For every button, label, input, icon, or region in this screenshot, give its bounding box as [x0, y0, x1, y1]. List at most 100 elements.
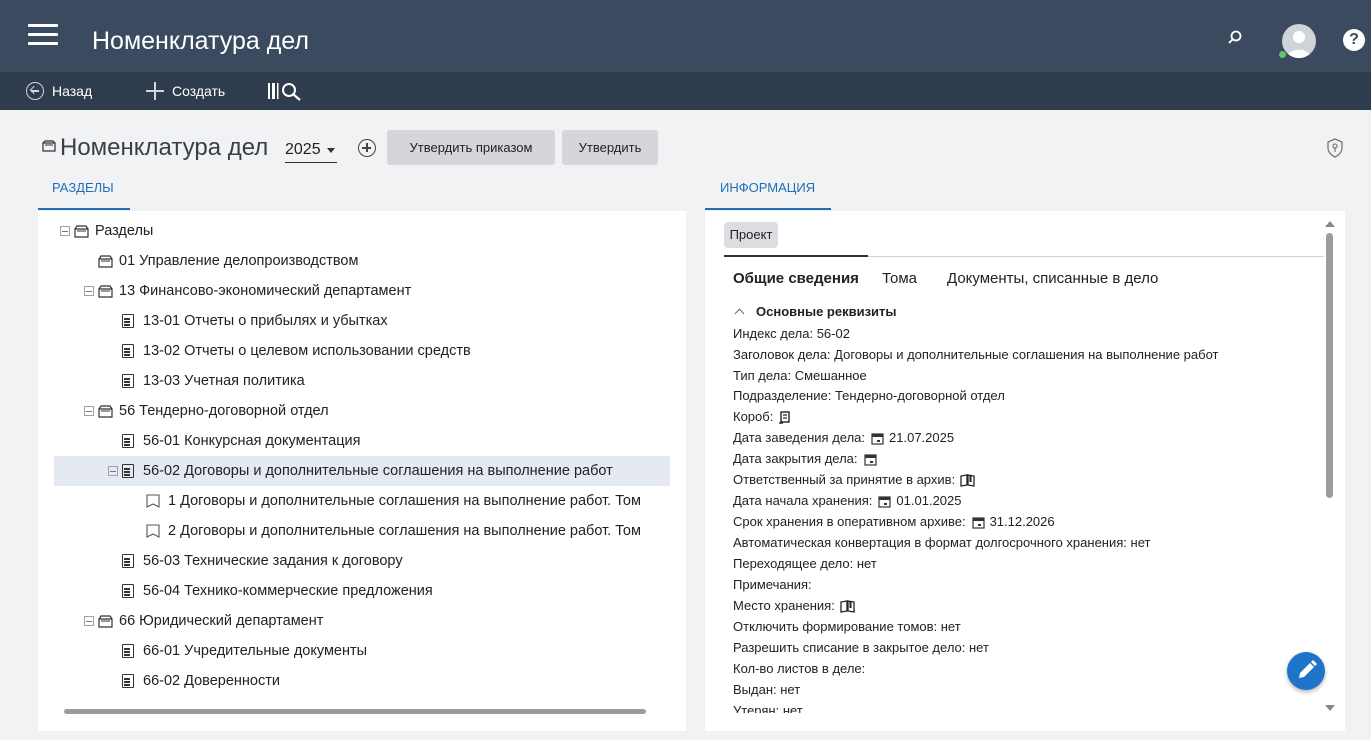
section-title[interactable]: Основные реквизиты	[756, 304, 897, 319]
collapse-icon[interactable]	[84, 616, 94, 626]
tree-item[interactable]: 66 Юридический департамент	[84, 606, 323, 636]
tree-item[interactable]: 2 Договоры и дополнительные соглашения н…	[146, 516, 641, 546]
barcode-search-icon[interactable]	[268, 82, 312, 102]
document-icon	[122, 464, 134, 478]
calendar-icon[interactable]	[871, 432, 884, 445]
document-icon	[122, 434, 134, 448]
folder-icon	[98, 254, 113, 268]
shield-icon[interactable]	[1326, 138, 1344, 158]
scroll-down-icon[interactable]	[1325, 705, 1335, 711]
tree-item[interactable]: 1 Договоры и дополнительные соглашения н…	[146, 486, 641, 516]
year-value: 2025	[285, 141, 321, 158]
volume-icon	[146, 524, 160, 538]
app-header: Номенклатура дел ?	[0, 0, 1371, 72]
folder-icon	[98, 284, 113, 298]
status-indicator	[724, 255, 868, 257]
menu-icon[interactable]	[28, 24, 58, 46]
vertical-scrollbar-thumb[interactable]	[1326, 233, 1333, 498]
info-archive-responsible: Ответственный за принятие в архив:	[733, 470, 975, 490]
pencil-icon	[1299, 660, 1317, 678]
tree-item-label: 13-01 Отчеты о прибылях и убытках	[143, 313, 388, 329]
tab-written-off-documents[interactable]: Документы, списанные в дело	[947, 270, 1158, 287]
info-storage-start: Дата начала хранения: 01.01.2025	[733, 493, 962, 508]
tree-item[interactable]: 13-03 Учетная политика	[122, 366, 305, 396]
info-notes: Примечания:	[733, 577, 812, 592]
tree-item[interactable]: 13 Финансово-экономический департамент	[84, 276, 411, 306]
tree-root[interactable]: Разделы	[60, 216, 153, 246]
tree-item-label: 56 Тендерно-договорной отдел	[119, 403, 329, 419]
folder-icon	[74, 224, 89, 238]
user-icon	[1287, 31, 1311, 58]
tree-item[interactable]: 56 Тендерно-договорной отдел	[84, 396, 329, 426]
avatar[interactable]	[1282, 24, 1316, 58]
edit-button[interactable]	[1287, 652, 1325, 690]
document-icon	[122, 344, 134, 358]
document-icon	[122, 584, 134, 598]
app-title: Номенклатура дел	[92, 27, 309, 55]
tree-item-selected[interactable]: 56-02 Договоры и дополнительные соглашен…	[54, 456, 670, 486]
back-button[interactable]: Назад	[26, 72, 92, 110]
tree-item[interactable]: 66-01 Учредительные документы	[122, 636, 367, 666]
tree-item-label: 01 Управление делопроизводством	[119, 253, 359, 269]
create-button[interactable]: Создать	[146, 72, 225, 110]
tree-item[interactable]: 56-04 Технико-коммерческие предложения	[122, 576, 433, 606]
collapse-icon[interactable]	[60, 226, 70, 236]
tree-item-label: 2 Договоры и дополнительные соглашения н…	[168, 523, 641, 539]
tree-item-label: 1 Договоры и дополнительные соглашения н…	[168, 493, 641, 509]
document-icon	[122, 644, 134, 658]
calendar-icon[interactable]	[863, 453, 877, 466]
tab-general-info[interactable]: Общие сведения	[733, 270, 859, 287]
horizontal-scrollbar[interactable]	[54, 703, 674, 719]
calendar-icon[interactable]	[878, 495, 892, 508]
tree-item[interactable]: 13-02 Отчеты о целевом использовании сре…	[122, 336, 471, 366]
chevron-down-icon	[326, 148, 335, 153]
info-case-index: Индекс дела: 56-02	[733, 326, 850, 341]
tree-item-label: Разделы	[95, 223, 154, 239]
info-case-title: Заголовок дела: Договоры и дополнительны…	[733, 347, 1219, 362]
info-auto-conversion: Автоматическая конвертация в формат долг…	[733, 535, 1151, 550]
tree-item-label: 56-04 Технико-коммерческие предложения	[143, 583, 433, 599]
approve-by-order-button[interactable]: Утвердить приказом	[387, 130, 555, 165]
tab-information[interactable]: ИНФОРМАЦИЯ	[720, 180, 815, 195]
approve-button[interactable]: Утвердить	[562, 130, 658, 165]
collapse-icon[interactable]	[108, 466, 118, 476]
info-disable-volumes: Отключить формирование томов: нет	[733, 619, 961, 634]
tree-item-label: 56-03 Технические задания к договору	[143, 553, 403, 569]
info-transitional: Переходящее дело: нет	[733, 556, 877, 571]
document-icon	[122, 314, 134, 328]
tree-item[interactable]: 13-01 Отчеты о прибылях и убытках	[122, 306, 388, 336]
collapse-icon[interactable]	[84, 286, 94, 296]
book-icon[interactable]	[840, 599, 855, 613]
tree-item[interactable]: 56-01 Конкурсная документация	[122, 426, 360, 456]
toolbar: Назад Создать	[0, 72, 1371, 110]
tree-item[interactable]: 66-02 Доверенности	[122, 666, 280, 696]
tree-item[interactable]: 56-03 Технические задания к договору	[122, 546, 403, 576]
folder-icon	[98, 404, 113, 418]
info-operational-term: Срок хранения в оперативном архиве: 31.1…	[733, 514, 1055, 529]
collapse-icon[interactable]	[84, 406, 94, 416]
year-select[interactable]: 2025	[285, 139, 337, 163]
tree-item-label: 56-01 Конкурсная документация	[143, 433, 361, 449]
info-case-type: Тип дела: Смешанное	[733, 368, 867, 383]
info-storage-place: Место хранения:	[733, 596, 855, 616]
tree-item-label: 13-03 Учетная политика	[143, 373, 305, 389]
add-circle-icon[interactable]	[358, 139, 376, 157]
box-icon[interactable]	[778, 410, 793, 424]
info-date-created: Дата заведения дела: 21.07.2025	[733, 430, 955, 445]
tab-sections[interactable]: РАЗДЕЛЫ	[52, 180, 114, 195]
scrollbar-thumb[interactable]	[64, 709, 646, 714]
calendar-icon[interactable]	[971, 516, 985, 529]
info-sheet-count: Кол-во листов в деле:	[733, 661, 866, 676]
tab-volumes[interactable]: Тома	[882, 270, 917, 287]
back-icon	[26, 82, 44, 100]
scroll-up-icon[interactable]	[1325, 221, 1335, 227]
info-issued: Выдан: нет	[733, 682, 801, 697]
search-icon[interactable]	[1228, 30, 1242, 44]
tab-information-indicator	[705, 208, 831, 210]
book-icon[interactable]	[960, 473, 975, 487]
plus-icon	[146, 82, 164, 100]
document-icon	[122, 374, 134, 388]
tree-item[interactable]: 01 Управление делопроизводством	[98, 246, 358, 276]
folder-icon	[98, 614, 113, 628]
help-icon[interactable]: ?	[1343, 29, 1365, 51]
